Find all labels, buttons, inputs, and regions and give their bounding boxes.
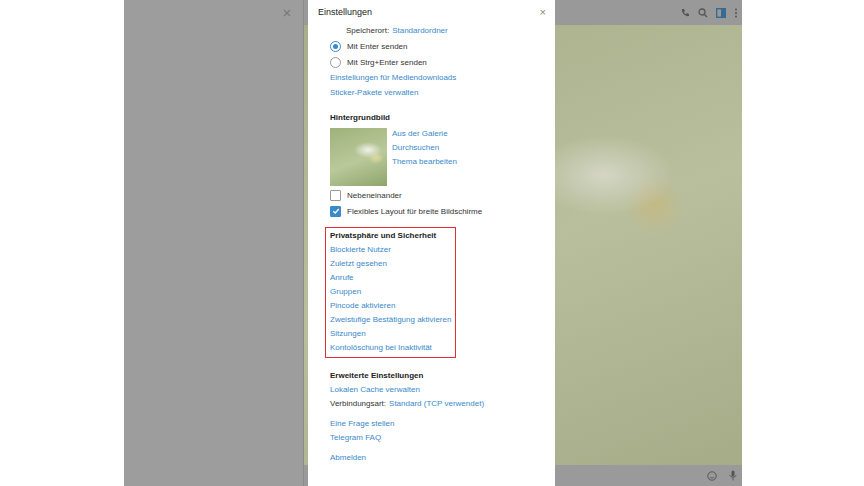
emoji-icon[interactable] bbox=[707, 471, 717, 481]
privacy-link[interactable]: Zuletzt gesehen bbox=[330, 257, 451, 271]
settings-link[interactable]: Sticker-Pakete verwalten bbox=[330, 85, 418, 100]
option-label: Mit Enter senden bbox=[347, 42, 407, 51]
dialog-title: Einstellungen bbox=[318, 7, 372, 17]
search-bar bbox=[124, 0, 303, 25]
layout-option[interactable]: Flexibles Layout für breite Bildschirme bbox=[330, 203, 482, 219]
settings-content: Speicherort:Standardordner Mit Enter send… bbox=[308, 24, 555, 465]
microphone-icon[interactable] bbox=[729, 470, 737, 481]
background-row: Aus der GalerieDurchsuchenThema bearbeit… bbox=[330, 128, 457, 186]
help-link[interactable]: Telegram FAQ bbox=[330, 431, 394, 445]
radio-button[interactable] bbox=[330, 57, 341, 68]
settings-dialog: Einstellungen × Speicherort:Standardordner… bbox=[308, 0, 555, 486]
privacy-link[interactable]: Sitzungen bbox=[330, 327, 451, 341]
privacy-link[interactable]: Kontolöschung bei Inaktivität bbox=[330, 341, 451, 355]
connection-label: Verbindungsart: bbox=[330, 399, 386, 408]
radio-dot bbox=[333, 44, 338, 49]
close-button[interactable]: × bbox=[540, 6, 546, 18]
screen: Einstellungen × Speicherort:Standardordner… bbox=[0, 0, 864, 486]
privacy-link[interactable]: Blockierte Nutzer bbox=[330, 243, 451, 257]
help-links: Eine Frage stellenTelegram FAQ bbox=[330, 417, 394, 445]
layout-options: Nebeneinander Flexibles Layout für breite… bbox=[330, 187, 482, 219]
send-option[interactable]: Mit Enter senden bbox=[330, 38, 407, 54]
option-label: Nebeneinander bbox=[347, 191, 402, 200]
storage-label: Speicherort: bbox=[346, 26, 389, 35]
layout-option[interactable]: Nebeneinander bbox=[330, 187, 482, 203]
columns-icon[interactable] bbox=[716, 8, 726, 18]
privacy-link[interactable]: Pincode aktivieren bbox=[330, 299, 451, 313]
help-link[interactable]: Eine Frage stellen bbox=[330, 417, 394, 431]
background-link[interactable]: Aus der Galerie bbox=[392, 127, 457, 141]
advanced-link[interactable]: Lokalen Cache verwalten bbox=[330, 383, 420, 397]
connection-link[interactable]: Standard (TCP verwendet) bbox=[389, 399, 484, 408]
more-icon[interactable] bbox=[734, 8, 738, 18]
phone-icon[interactable] bbox=[680, 8, 690, 18]
privacy-section: Privatsphäre und SicherheitBlockierte Nu… bbox=[325, 227, 456, 358]
option-label: Flexibles Layout für breite Bildschirme bbox=[347, 207, 482, 216]
privacy-link[interactable]: Anrufe bbox=[330, 271, 451, 285]
checkbox[interactable] bbox=[330, 206, 341, 217]
background-links: Aus der GalerieDurchsuchenThema bearbeit… bbox=[392, 127, 457, 186]
telegram-window: Einstellungen × Speicherort:Standardordner… bbox=[124, 0, 742, 486]
dialog-header: Einstellungen × bbox=[308, 0, 555, 24]
chat-list-panel bbox=[124, 0, 304, 486]
page-margin bbox=[0, 0, 124, 486]
option-label: Mit Strg+Enter senden bbox=[347, 58, 427, 67]
storage-location: Speicherort:Standardordner bbox=[330, 24, 448, 38]
logout-link[interactable]: Abmelden bbox=[330, 451, 366, 465]
storage-link[interactable]: Standardordner bbox=[392, 26, 448, 35]
check-icon bbox=[332, 207, 340, 215]
settings-link[interactable]: Einstellungen für Mediendownloads bbox=[330, 70, 456, 85]
checkbox[interactable] bbox=[330, 190, 341, 201]
radio-button[interactable] bbox=[330, 41, 341, 52]
section-title: Hintergrundbild bbox=[330, 111, 390, 125]
search-icon[interactable] bbox=[698, 8, 708, 18]
background-link[interactable]: Thema bearbeiten bbox=[392, 155, 457, 169]
privacy-link[interactable]: Gruppen bbox=[330, 285, 451, 299]
page-margin bbox=[742, 0, 864, 486]
background-link[interactable]: Durchsuchen bbox=[392, 141, 457, 155]
wallpaper-thumbnail[interactable] bbox=[330, 128, 387, 186]
connection-type: Verbindungsart:Standard (TCP verwendet) bbox=[330, 397, 484, 411]
clear-icon[interactable] bbox=[283, 9, 291, 17]
section-title: Privatsphäre und Sicherheit bbox=[330, 229, 451, 243]
privacy-link[interactable]: Zweistufige Bestätigung aktivieren bbox=[330, 313, 451, 327]
send-option[interactable]: Mit Strg+Enter senden bbox=[330, 54, 427, 70]
section-title: Erweiterte Einstellungen bbox=[330, 369, 423, 383]
